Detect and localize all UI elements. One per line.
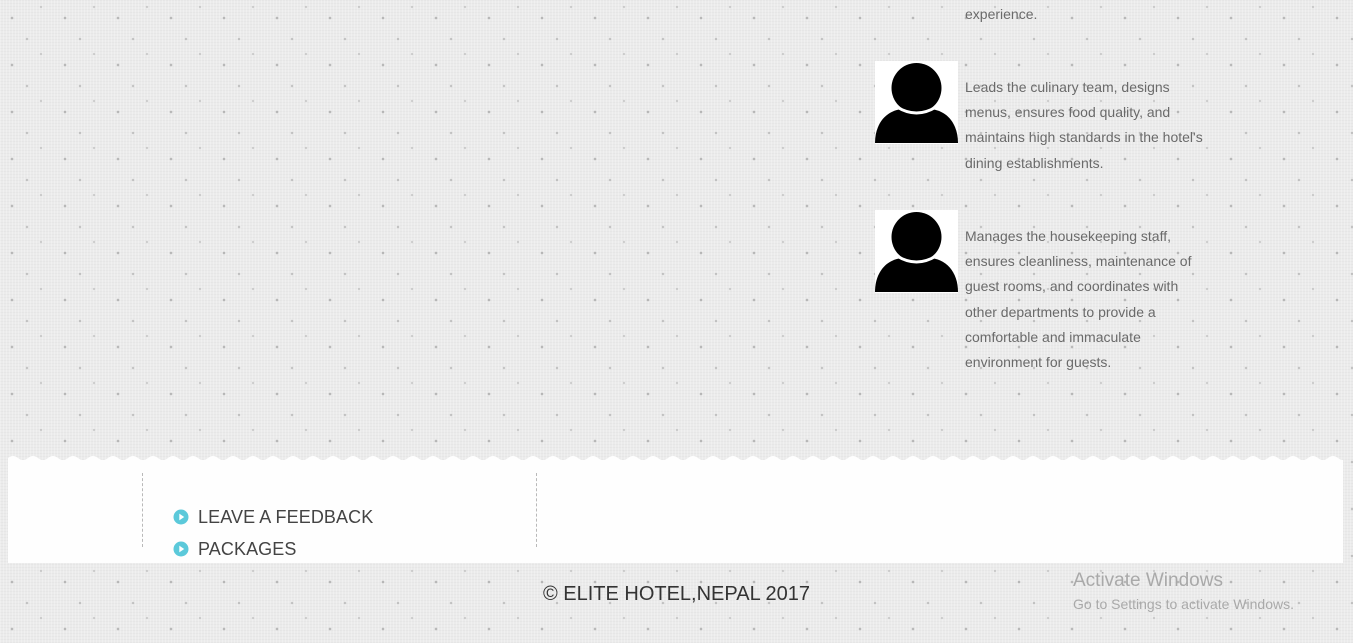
play-circle-icon	[173, 509, 189, 525]
footer-link-list: LEAVE A FEEDBACK PACKAGES	[173, 501, 373, 565]
footer-link-leave-feedback[interactable]: LEAVE A FEEDBACK	[173, 501, 373, 533]
activation-title: Activate Windows	[1073, 570, 1223, 591]
avatar	[875, 61, 958, 144]
footer-link-label: LEAVE A FEEDBACK	[198, 506, 374, 527]
footer-panel: LEAVE A FEEDBACK PACKAGES	[8, 461, 1343, 563]
staff-member-card: Manages the housekeeping staff, ensures …	[875, 210, 1215, 380]
avatar	[875, 210, 958, 293]
footer-link-label: PACKAGES	[198, 538, 297, 559]
person-silhouette-icon	[875, 212, 958, 292]
staff-description: Leads the culinary team, designs menus, …	[965, 79, 1203, 171]
staff-description: Manages the housekeeping staff, ensures …	[965, 228, 1192, 371]
staff-member-card: Leads the culinary team, designs menus, …	[875, 61, 1215, 181]
footer-divider	[536, 473, 537, 547]
footer-divider	[142, 473, 143, 547]
person-silhouette-icon	[875, 63, 958, 143]
windows-activation-watermark: Activate Windows Go to Settings to activ…	[1073, 569, 1294, 614]
footer-link-packages[interactable]: PACKAGES	[173, 533, 373, 565]
activation-subtitle: Go to Settings to activate Windows.	[1073, 596, 1294, 612]
staff-description-fragment: experience.	[965, 6, 1038, 22]
play-circle-icon	[173, 541, 189, 557]
